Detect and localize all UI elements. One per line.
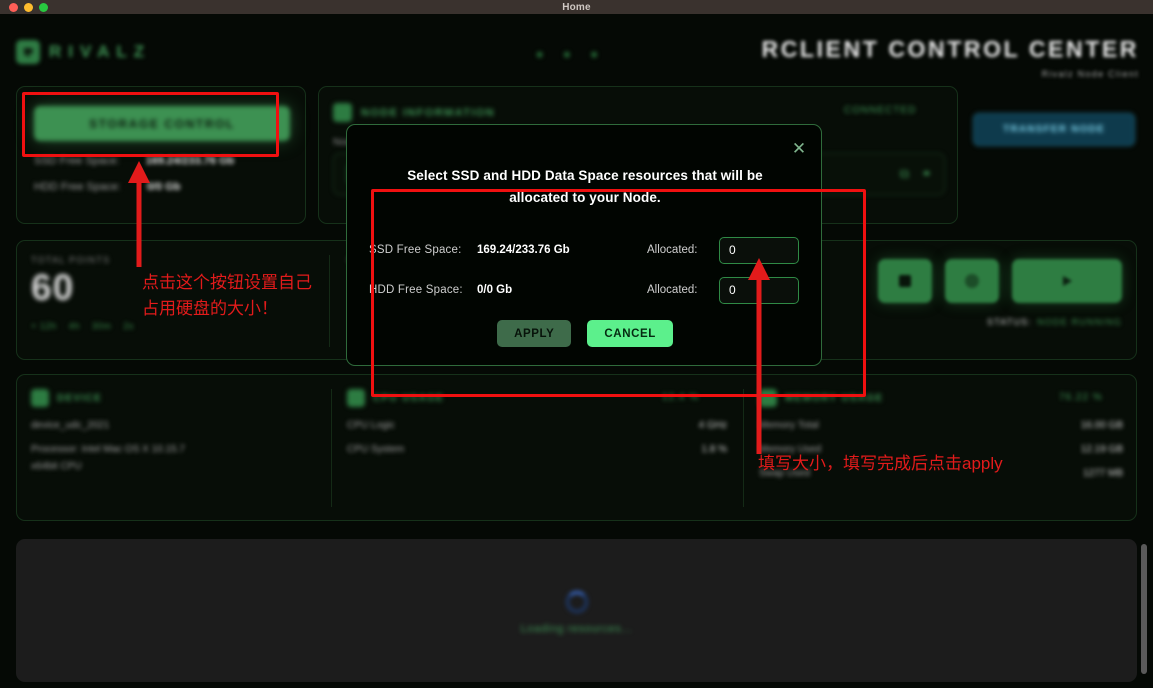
node-card-header: NODE INFORMATION <box>333 103 495 122</box>
cpu-line-0: CPU Logic 4 GHz <box>347 420 727 431</box>
info-divider-2 <box>743 389 744 507</box>
app-window: Home RIVALZ ● ● ● RCLIENT CONTROL CENTER… <box>0 0 1153 688</box>
total-points-chips: + 12h 4h 30m 2s <box>31 321 134 331</box>
device-line-1: Processor: Intel Mac OS X 10.15.7 <box>31 444 317 455</box>
device-icon <box>31 389 49 407</box>
cpu-line-0-right: 4 GHz <box>698 420 727 431</box>
node-status-key: STATUS: <box>987 317 1033 327</box>
node-control-buttons <box>878 259 1122 303</box>
apply-button[interactable]: APPLY <box>497 320 572 347</box>
cpu-panel: CPU USAGE CPU Logic 4 GHz CPU System 1.8… <box>347 389 727 455</box>
memory-line-1-right: 12.19 GB <box>1080 444 1123 455</box>
shield-icon[interactable]: ● <box>536 47 543 61</box>
record-button[interactable] <box>945 259 999 303</box>
device-line-0-left: device_udc_2021 <box>31 420 110 431</box>
cancel-button[interactable]: CANCEL <box>587 320 673 347</box>
control-center-subtitle: Rivalz Node Client <box>1041 69 1139 79</box>
hdd-free-space-row: HDD Free Space: 0/0 Gb <box>34 181 180 193</box>
info-row-card: DEVICE device_udc_2021 Processor: Intel … <box>16 374 1137 521</box>
loading-spinner-icon <box>565 591 588 613</box>
wrench-icon[interactable]: ● <box>563 47 570 61</box>
cpu-icon <box>347 389 365 407</box>
app-header: RIVALZ ● ● ● RCLIENT CONTROL CENTER Riva… <box>0 14 1153 79</box>
node-status-row: STATUS: NODE RUNNING <box>987 317 1122 327</box>
rivalz-logo-icon <box>16 40 40 64</box>
triangle-icon <box>1062 276 1072 286</box>
device-line-2: x64bit CPU <box>31 461 317 472</box>
dialog-title: Select SSD and HDD Data Space resources … <box>407 168 763 205</box>
wallet-action-group: ⧉ ⚭ <box>900 166 932 182</box>
cpu-line-0-left: CPU Logic <box>347 420 395 431</box>
device-panel-title: DEVICE <box>57 392 103 404</box>
circle-icon <box>965 274 979 288</box>
node-icon <box>333 103 352 122</box>
window-titlebar: Home <box>0 0 1153 14</box>
cpu-usage-percent: 12.4 % <box>662 392 700 403</box>
device-line-2-left: x64bit CPU <box>31 461 82 472</box>
stats-divider-2 <box>865 255 866 347</box>
brand-logo[interactable]: RIVALZ <box>16 40 151 64</box>
ssd-free-space-value: 169.24/233.76 Gb <box>145 155 235 167</box>
transfer-node-button[interactable]: TRANSFER NODE <box>973 113 1135 146</box>
hdd-allocated-label: Allocated: <box>647 284 698 296</box>
brand-logo-text: RIVALZ <box>49 42 152 61</box>
annotation-arrow-up-storage <box>128 161 150 267</box>
memory-line-0-right: 16.00 GB <box>1080 420 1123 431</box>
annotation-note-1: 点击这个按钮设置自己 占用硬盘的大小！ <box>142 273 312 318</box>
hdd-free-space-dialog-value: 0/0 Gb <box>477 284 513 296</box>
stats-divider-1 <box>329 255 330 347</box>
loading-text: Loading resources... <box>520 623 633 635</box>
link-icon[interactable]: ⚭ <box>921 166 932 182</box>
memory-panel-title: MEMORY USAGE <box>785 392 884 404</box>
info-divider-1 <box>331 389 332 507</box>
ssd-free-space-dialog-label: SSD Free Space: <box>369 244 462 256</box>
resources-loading-panel: Loading resources... <box>16 539 1137 682</box>
app-content: RIVALZ ● ● ● RCLIENT CONTROL CENTER Riva… <box>0 14 1153 688</box>
node-status-value: NODE RUNNING <box>1037 317 1122 327</box>
cpu-line-1-left: CPU System <box>347 444 405 455</box>
device-panel-header: DEVICE <box>31 389 317 407</box>
annotation-note-2: 填写大小，填写完成后点击apply <box>758 454 1003 473</box>
memory-line-0: Memory Total 16.00 GB <box>759 420 1123 431</box>
node-status-badge: CONNECTED <box>844 105 917 116</box>
vertical-scrollbar[interactable] <box>1141 544 1147 674</box>
ssd-free-space-dialog-value: 169.24/233.76 Gb <box>477 244 570 256</box>
device-line-0: device_udc_2021 <box>31 420 317 431</box>
stop-button[interactable] <box>878 259 932 303</box>
chip-1: 4h <box>68 321 80 331</box>
storage-control-button[interactable]: STORAGE CONTROL <box>34 106 290 141</box>
ssd-free-space-label: SSD Free Space: <box>34 155 120 167</box>
device-line-1-left: Processor: Intel Mac OS X 10.15.7 <box>31 444 185 455</box>
chip-2: 30m <box>92 321 112 331</box>
chip-3: 2s <box>123 321 135 331</box>
storage-card: STORAGE CONTROL SSD Free Space: 169.24/23… <box>16 86 306 224</box>
header-title-block: RCLIENT CONTROL CENTER Rivalz Node Clien… <box>762 36 1140 79</box>
total-points-label: TOTAL POINTS <box>31 255 111 265</box>
memory-line-2-right: 1277 MB <box>1082 468 1123 479</box>
copy-icon[interactable]: ⧉ <box>900 166 909 182</box>
node-card-title: NODE INFORMATION <box>361 106 496 119</box>
total-points-block: TOTAL POINTS 60 + 12h 4h 30m 2s <box>31 255 134 331</box>
hdd-free-space-label: HDD Free Space: <box>34 181 121 193</box>
info-icon[interactable]: ● <box>591 47 598 61</box>
control-center-title: RCLIENT CONTROL CENTER <box>761 36 1139 62</box>
hdd-free-space-dialog-label: HDD Free Space: <box>369 284 463 296</box>
device-panel: DEVICE device_udc_2021 Processor: Intel … <box>31 389 317 472</box>
close-icon[interactable]: ✕ <box>791 140 807 157</box>
chip-0: + 12h <box>31 321 57 331</box>
ssd-allocated-label: Allocated: <box>647 244 698 256</box>
total-points-value: 60 <box>31 267 75 308</box>
annotation-arrow-up-input <box>748 258 770 454</box>
cpu-line-1-right: 1.8 % <box>701 444 727 455</box>
cpu-line-1: CPU System 1.8 % <box>347 444 727 455</box>
header-icon-group: ● ● ● <box>536 47 598 61</box>
memory-usage-percent: 76.22 % <box>1059 392 1103 403</box>
cpu-panel-title: CPU USAGE <box>373 392 445 404</box>
square-icon <box>899 275 911 287</box>
play-button[interactable] <box>1012 259 1122 303</box>
window-title: Home <box>562 1 591 13</box>
